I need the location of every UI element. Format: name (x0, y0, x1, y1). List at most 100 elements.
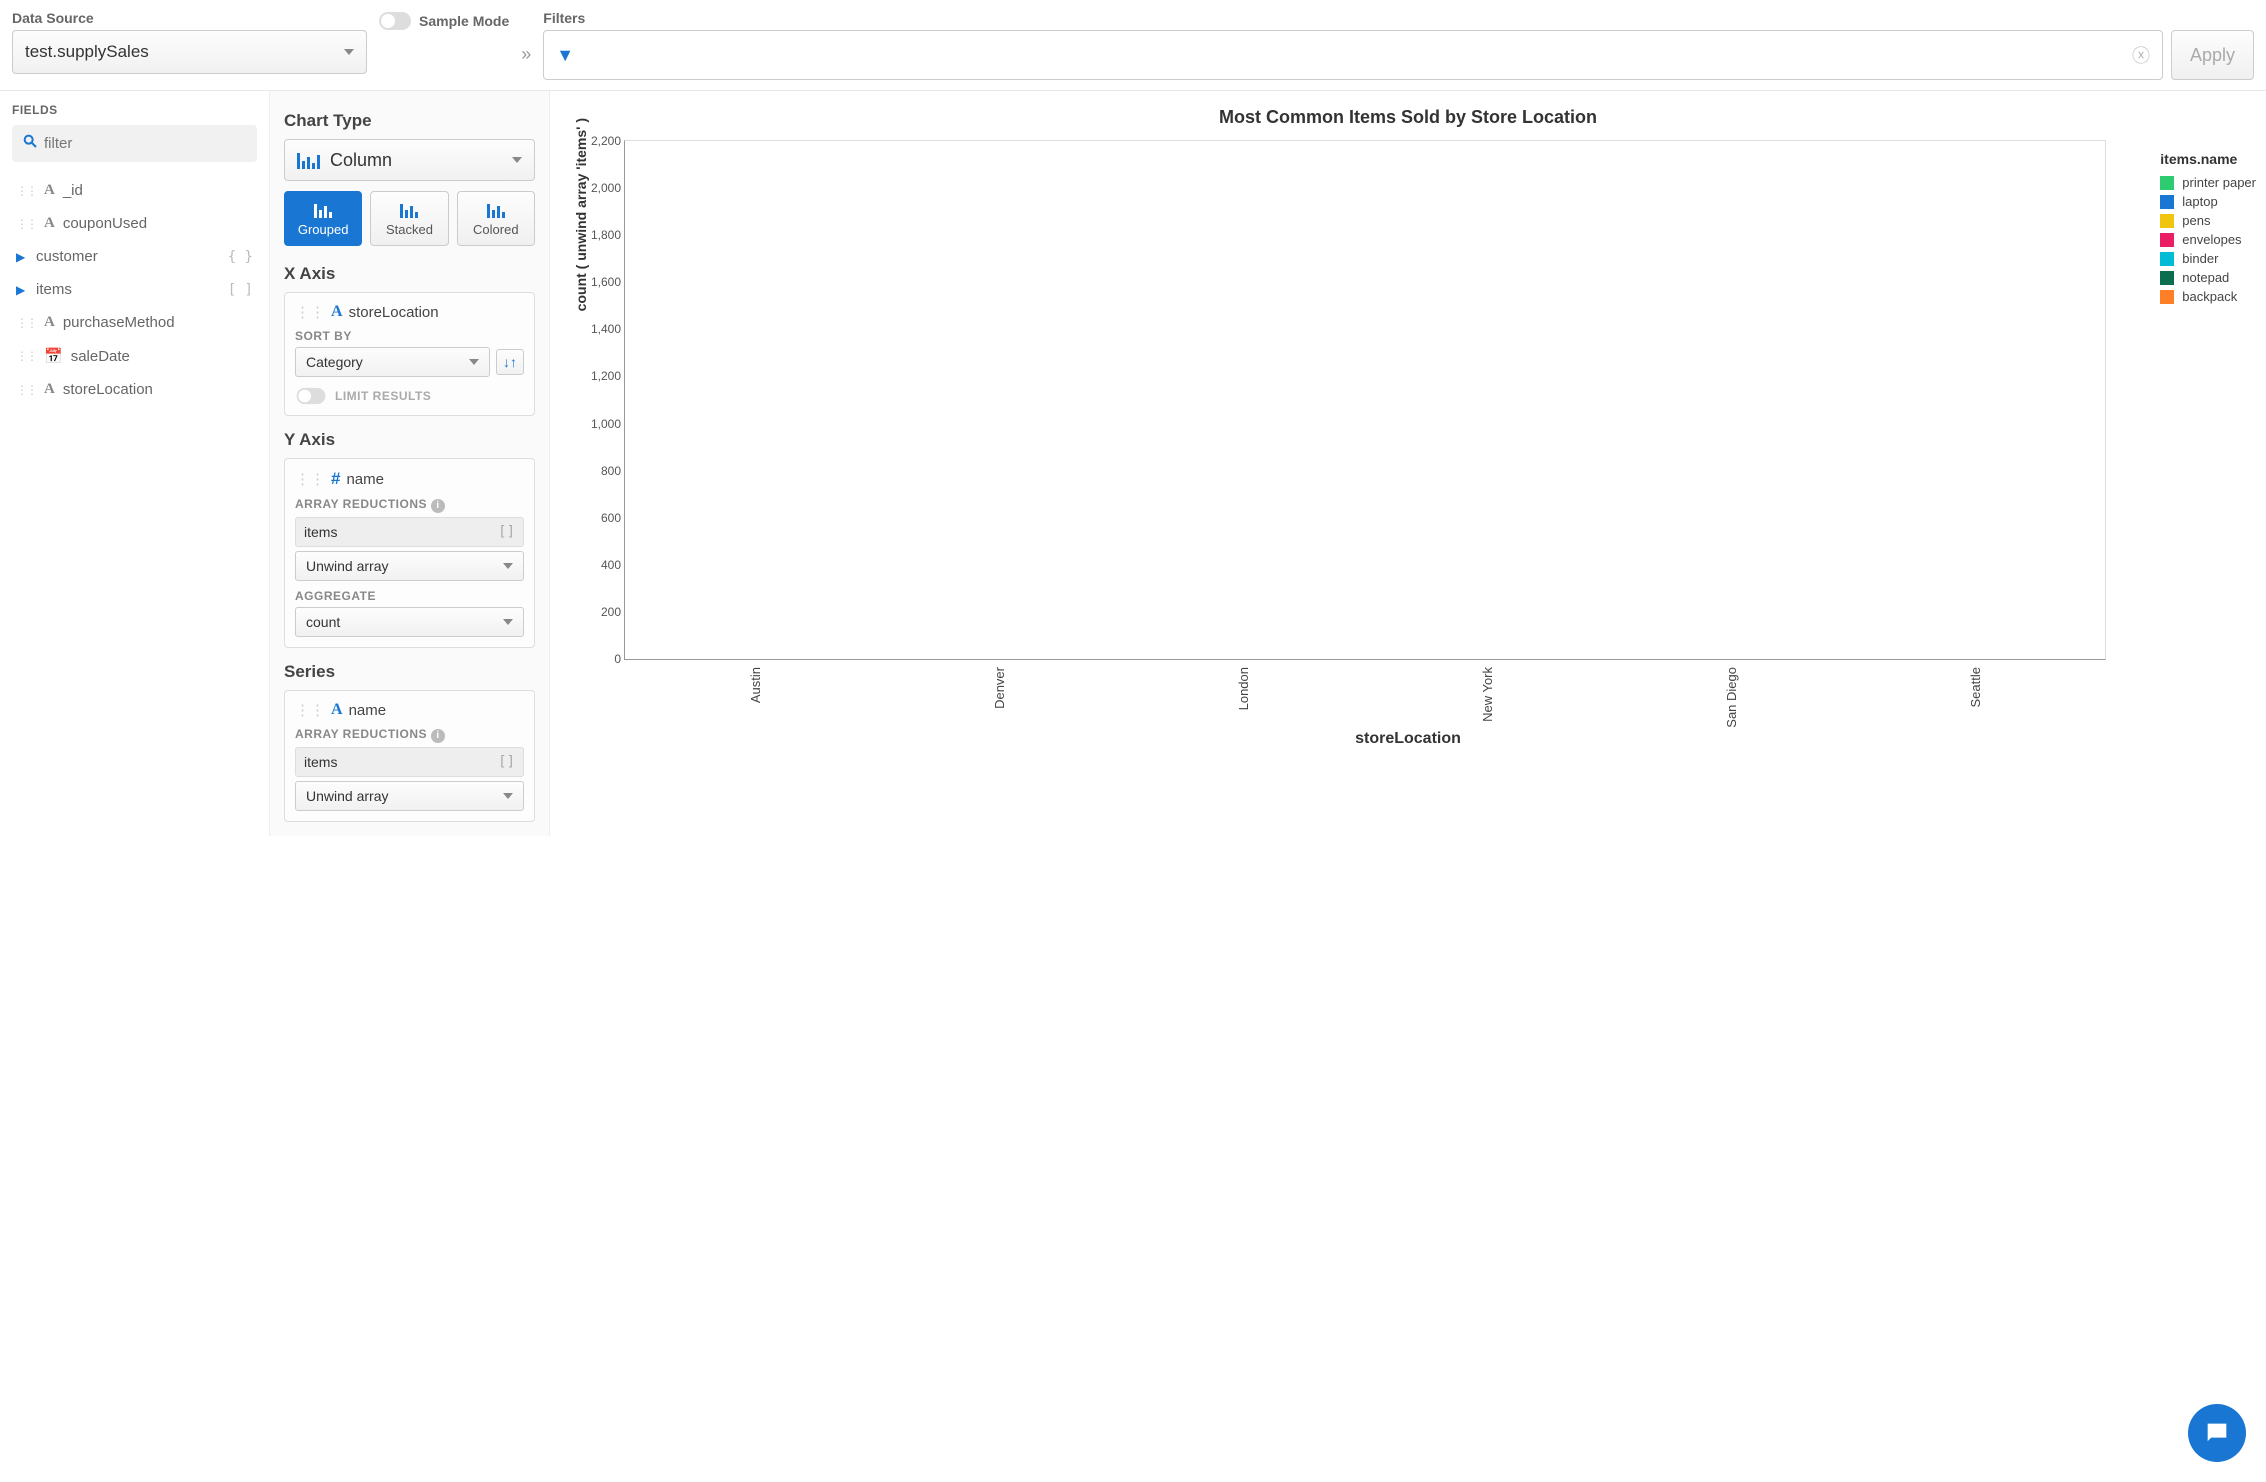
expand-icon[interactable]: » (521, 44, 531, 65)
y-tick: 2,000 (575, 181, 621, 195)
main-area: FIELDS ⋮⋮A_id⋮⋮AcouponUsed▶customer{ }▶i… (0, 91, 2266, 836)
data-source-label: Data Source (12, 10, 367, 26)
x-tick: Austin (710, 659, 800, 731)
chart-type-select[interactable]: Column (284, 139, 535, 181)
y-axis-label: Y Axis (284, 430, 535, 450)
y-tick: 400 (575, 558, 621, 572)
swatch (2160, 252, 2174, 266)
y-reduction-op-select[interactable]: Unwind array (295, 551, 524, 581)
field-name: storeLocation (63, 381, 153, 398)
info-icon[interactable]: i (431, 499, 445, 513)
swatch (2160, 290, 2174, 304)
y-tick: 800 (575, 464, 621, 478)
legend-title: items.name (2160, 151, 2256, 167)
y-tick: 1,600 (575, 275, 621, 289)
y-tick: 0 (575, 652, 621, 666)
topbar: Data Source test.supplySales Sample Mode… (0, 0, 2266, 91)
y-tick: 1,200 (575, 369, 621, 383)
x-axis-title: storeLocation (570, 730, 2246, 748)
chart-area: count ( unwind array 'items' ) 020040060… (624, 140, 2106, 660)
y-reduction-field[interactable]: items [] (295, 517, 524, 547)
search-icon (22, 133, 38, 154)
apply-button[interactable]: Apply (2171, 30, 2254, 80)
x-tick-label: London (1236, 667, 1251, 710)
fields-filter[interactable] (12, 125, 257, 162)
y-axis-field-name: name (346, 471, 384, 488)
field-row-purchaseMethod[interactable]: ⋮⋮ApurchaseMethod (12, 306, 257, 339)
legend: items.name printer paper laptop pens envelo… (2160, 151, 2256, 306)
series-reduction-field-name: items (304, 754, 337, 770)
x-axis-field[interactable]: ⋮⋮ A storeLocation (295, 303, 524, 321)
x-axis-card: ⋮⋮ A storeLocation SORT BY Category ↓↑ L… (284, 292, 535, 416)
x-tick: Denver (954, 659, 1044, 731)
subtype-colored[interactable]: Colored (457, 191, 535, 246)
y-axis-field[interactable]: ⋮⋮ # name (295, 469, 524, 489)
series-reduction-op-select[interactable]: Unwind array (295, 781, 524, 811)
legend-item[interactable]: notepad (2160, 268, 2256, 287)
legend-item[interactable]: envelopes (2160, 230, 2256, 249)
y-tick: 200 (575, 605, 621, 619)
legend-item[interactable]: binder (2160, 249, 2256, 268)
grip-icon: ⋮⋮ (16, 383, 36, 397)
config-panel: Chart Type Column GroupedStackedColored … (270, 91, 550, 836)
limit-results-toggle[interactable] (297, 388, 326, 404)
aggregate-select[interactable]: count (295, 607, 524, 637)
grip-icon: ⋮⋮ (16, 184, 36, 198)
field-suffix: [ ] (228, 282, 253, 298)
legend-label: binder (2182, 251, 2218, 266)
field-row-couponUsed[interactable]: ⋮⋮AcouponUsed (12, 207, 257, 240)
chart-type-label: Chart Type (284, 111, 535, 131)
chart-title: Most Common Items Sold by Store Location (570, 107, 2246, 128)
string-type-icon: A (44, 215, 55, 232)
x-axis-label: X Axis (284, 264, 535, 284)
x-tick-label: San Diego (1724, 667, 1739, 728)
info-icon[interactable]: i (431, 729, 445, 743)
subtype-grouped[interactable]: Grouped (284, 191, 362, 246)
swatch (2160, 176, 2174, 190)
legend-label: pens (2182, 213, 2210, 228)
fields-panel: FIELDS ⋮⋮A_id⋮⋮AcouponUsed▶customer{ }▶i… (0, 91, 270, 836)
series-field[interactable]: ⋮⋮ A name (295, 701, 524, 719)
subtype-stacked[interactable]: Stacked (370, 191, 448, 246)
series-reduction-field[interactable]: items [] (295, 747, 524, 777)
series-reduction-op: Unwind array (306, 788, 388, 804)
swatch (2160, 233, 2174, 247)
legend-item[interactable]: printer paper (2160, 173, 2256, 192)
legend-item[interactable]: laptop (2160, 192, 2256, 211)
field-row-_id[interactable]: ⋮⋮A_id (12, 174, 257, 207)
sortby-select[interactable]: Category (295, 347, 490, 377)
field-name: customer (36, 248, 98, 265)
field-row-storeLocation[interactable]: ⋮⋮ AstoreLocation (12, 373, 257, 406)
bars-icon (289, 200, 357, 218)
grip-icon: ⋮⋮ (16, 217, 36, 231)
sample-mode-toggle[interactable] (379, 12, 411, 30)
legend-label: notepad (2182, 270, 2229, 285)
filters-label: Filters (543, 10, 2254, 26)
field-row-items[interactable]: ▶items[ ] (12, 273, 257, 306)
legend-label: printer paper (2182, 175, 2256, 190)
field-suffix: { } (228, 249, 253, 265)
data-source-select[interactable]: test.supplySales (12, 30, 367, 74)
field-row-customer[interactable]: ▶customer{ } (12, 240, 257, 273)
field-row-saleDate[interactable]: ⋮⋮📅saleDate (12, 339, 257, 373)
chat-button[interactable] (2188, 1404, 2246, 1462)
clear-filter-icon[interactable]: ⓧ (2132, 42, 2150, 68)
sortby-value: Category (306, 354, 363, 370)
legend-item[interactable]: backpack (2160, 287, 2256, 306)
caret-down-icon (469, 359, 479, 365)
sample-mode-label: Sample Mode (419, 13, 509, 29)
fields-filter-input[interactable] (44, 135, 247, 152)
y-tick: 2,200 (575, 134, 621, 148)
y-axis-card: ⋮⋮ # name ARRAY REDUCTIONSi items [] Unw… (284, 458, 535, 648)
string-type-icon: A (44, 381, 55, 398)
caret-down-icon (503, 793, 513, 799)
subtype-label: Stacked (375, 222, 443, 237)
y-tick: 600 (575, 511, 621, 525)
sort-direction-button[interactable]: ↓↑ (496, 349, 524, 375)
legend-item[interactable]: pens (2160, 211, 2256, 230)
filter-input-box[interactable]: ▼ ⓧ (543, 30, 2163, 80)
bars-icon (462, 200, 530, 218)
subtype-label: Colored (462, 222, 530, 237)
x-tick-label: New York (1480, 667, 1495, 722)
y-reduction-op: Unwind array (306, 558, 388, 574)
